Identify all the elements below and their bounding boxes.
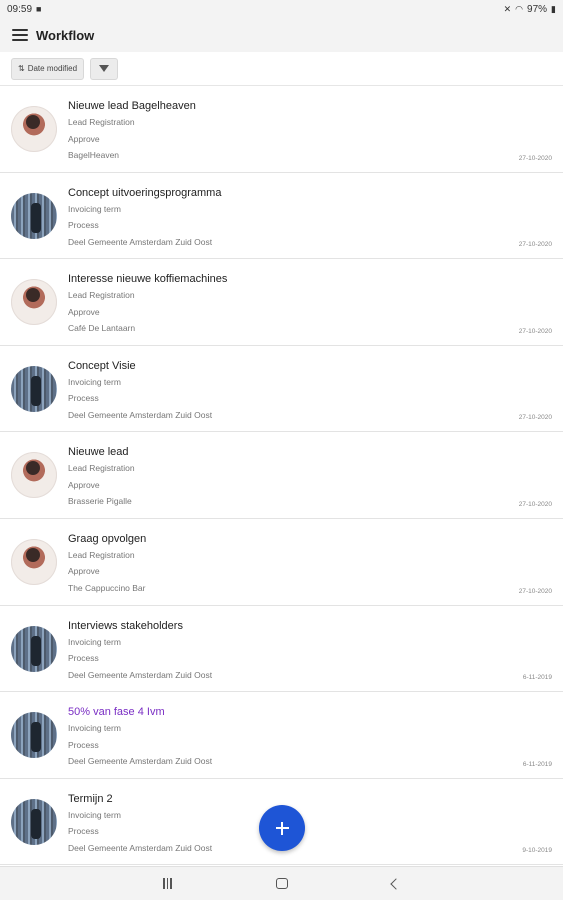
avatar: [11, 279, 57, 326]
item-status: Process: [68, 653, 99, 664]
avatar: [11, 712, 57, 759]
plus-icon: [275, 821, 289, 835]
item-text: Nieuwe lead Bagelheaven Lead Registration…: [68, 99, 553, 166]
sort-arrows-icon: ⇅: [18, 64, 25, 73]
avatar: [11, 798, 57, 845]
item-type: Invoicing term: [68, 376, 121, 387]
recents-icon[interactable]: [163, 878, 172, 889]
item-title: Interesse nieuwe koffiemachines: [68, 273, 228, 286]
item-company: Deel Gemeente Amsterdam Zuid Oost: [68, 669, 213, 680]
list-item[interactable]: Interviews stakeholders Invoicing term Pro…: [0, 605, 563, 693]
wifi-icon: ◠: [515, 3, 524, 14]
page-title: Workflow: [36, 27, 95, 43]
item-title: Graag opvolgen: [68, 532, 147, 545]
avatar: [11, 365, 57, 412]
sort-button[interactable]: ⇅ Date modified: [11, 57, 85, 80]
item-company: Deel Gemeente Amsterdam Zuid Oost: [68, 409, 213, 420]
item-date: 6-11-2019: [522, 674, 552, 682]
item-type: Lead Registration: [68, 290, 135, 301]
item-type: Lead Registration: [68, 463, 135, 474]
item-text: Nieuwe lead Lead Registration Approve Brass…: [68, 445, 553, 512]
filter-button[interactable]: [90, 57, 119, 80]
item-status: Approve: [68, 479, 100, 490]
avatar: [11, 452, 57, 499]
status-time: 09:59: [7, 3, 33, 15]
list-item[interactable]: Nieuwe lead Bagelheaven Lead Registration…: [0, 86, 563, 173]
status-bar: 09:59 ■ ✕ ◠ 97% ▮: [0, 0, 563, 18]
item-company: Deel Gemeente Amsterdam Zuid Oost: [68, 236, 213, 247]
battery-icon: ▮: [551, 3, 556, 14]
add-item-button[interactable]: [259, 805, 305, 851]
item-type: Lead Registration: [68, 117, 135, 127]
list-item[interactable]: Graag opvolgen Lead Registration Approve Th…: [0, 518, 563, 606]
back-icon[interactable]: [390, 877, 402, 890]
item-status: Process: [68, 826, 99, 837]
filter-funnel-icon: [99, 65, 110, 72]
list-item[interactable]: 50% van fase 4 Ivm Invoicing term Process D…: [0, 692, 563, 779]
item-date: 27-10-2020: [518, 587, 552, 595]
item-type: Invoicing term: [68, 809, 121, 820]
item-title: Concept uitvoeringsprogramma: [68, 186, 222, 199]
item-title: Nieuwe lead Bagelheaven: [68, 100, 196, 112]
notification-icon: ■: [36, 3, 42, 14]
list-item[interactable]: Interesse nieuwe koffiemachines Lead Regi…: [0, 259, 563, 346]
item-type: Lead Registration: [68, 549, 135, 560]
hamburger-menu-icon[interactable]: [12, 29, 28, 41]
item-type: Invoicing term: [68, 203, 121, 214]
item-title: Nieuwe lead: [68, 446, 129, 459]
item-text: Concept uitvoeringsprogramma Invoicing te…: [68, 186, 553, 253]
item-text: Interesse nieuwe koffiemachines Lead Regi…: [68, 272, 553, 339]
item-text: Termijn 2 Invoicing term Process Deel Gemee…: [68, 792, 553, 859]
item-date: 27-10-2020: [518, 327, 552, 335]
avatar: [11, 625, 57, 672]
list-item[interactable]: Nieuwe lead Lead Registration Approve Brass…: [0, 432, 563, 519]
item-date: 9-10-2019: [522, 847, 552, 855]
item-company: Deel Gemeente Amsterdam Zuid Oost: [68, 842, 213, 853]
item-type: Invoicing term: [68, 636, 121, 647]
item-date: 27-10-2020: [518, 414, 552, 422]
item-type: Invoicing term: [68, 723, 121, 734]
workflow-list: Nieuwe lead Bagelheaven Lead Registration…: [0, 86, 563, 866]
item-date: 6-11-2019: [522, 760, 552, 768]
item-text: Interviews stakeholders Invoicing term Pro…: [68, 619, 553, 686]
mute-icon: ✕: [503, 3, 512, 14]
item-title: Termijn 2: [68, 792, 113, 805]
item-title: 50% van fase 4 Ivm: [68, 706, 165, 719]
item-status: Approve: [68, 566, 100, 577]
item-status: Process: [68, 393, 99, 404]
item-status: Approve: [68, 306, 100, 317]
list-item[interactable]: Concept Visie Invoicing term Process Deel G…: [0, 345, 563, 433]
battery-percent: 97%: [527, 3, 548, 15]
filter-bar: ⇅ Date modified: [0, 52, 563, 86]
avatar: [11, 192, 57, 239]
item-date: 27-10-2020: [518, 241, 552, 249]
item-text: Graag opvolgen Lead Registration Approve Th…: [68, 532, 553, 599]
item-company: Brasserie Pigalle: [68, 496, 132, 507]
item-title: Interviews stakeholders: [68, 619, 183, 632]
item-status: Approve: [68, 133, 100, 144]
item-title: Concept Visie: [68, 359, 136, 372]
item-company: The Cappuccino Bar: [68, 582, 146, 593]
home-icon[interactable]: [275, 878, 288, 889]
item-status: Process: [68, 739, 99, 750]
system-nav-bar: [0, 866, 563, 900]
list-item[interactable]: Concept uitvoeringsprogramma Invoicing te…: [0, 172, 563, 260]
avatar: [11, 106, 57, 152]
item-date: 27-10-2020: [518, 154, 552, 162]
sort-label: Date modified: [27, 64, 78, 73]
item-company: BagelHeaven: [68, 150, 120, 160]
item-text: Concept Visie Invoicing term Process Deel G…: [68, 359, 553, 426]
avatar: [11, 538, 57, 585]
item-text: 50% van fase 4 Ivm Invoicing term Process D…: [68, 705, 553, 772]
item-company: Deel Gemeente Amsterdam Zuid Oost: [68, 756, 213, 767]
item-company: Café De Lantaarn: [68, 323, 136, 334]
item-status: Process: [68, 220, 99, 231]
app-bar: Workflow: [0, 18, 563, 52]
item-date: 27-10-2020: [518, 500, 552, 508]
